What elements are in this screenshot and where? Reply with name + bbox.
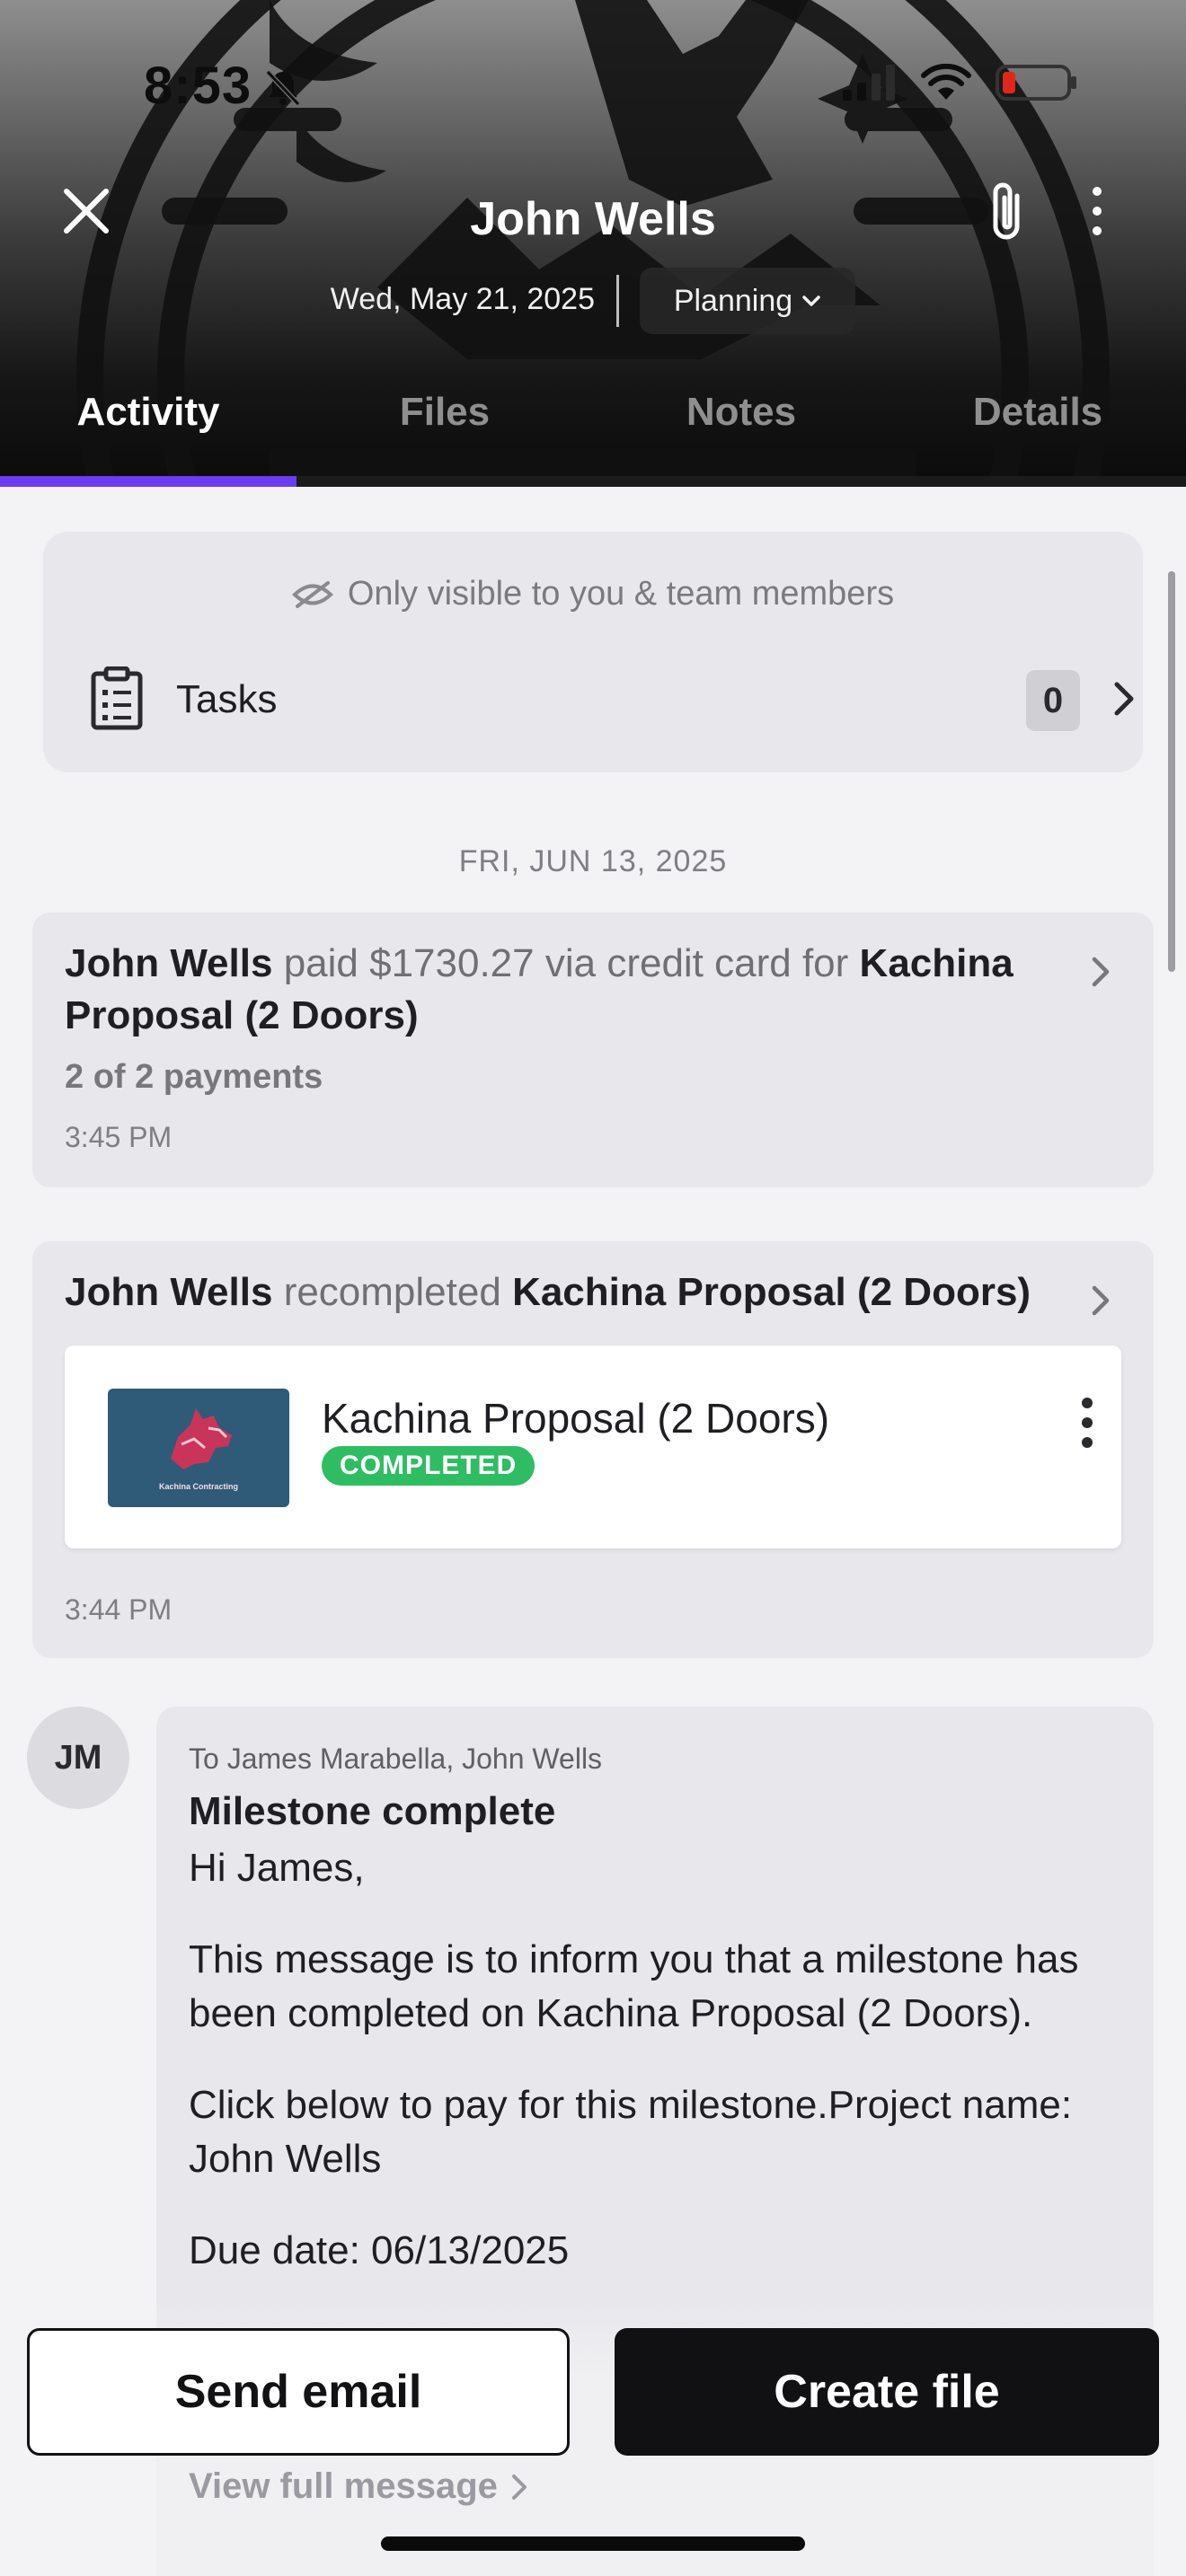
- recompleted-actor: John Wells: [65, 1270, 273, 1314]
- divider: [616, 275, 619, 327]
- file-title: Kachina Proposal (2 Doors): [322, 1395, 830, 1442]
- battery-low-icon: [996, 65, 1076, 101]
- tasks-card: Only visible to you & team members Tasks…: [43, 532, 1143, 772]
- file-thumbnail: Kachina Contracting: [108, 1389, 289, 1507]
- more-vertical-icon[interactable]: [1078, 1396, 1096, 1450]
- message-body: Hi James, This message is to inform you …: [189, 1841, 1123, 2316]
- message-greeting: Hi James,: [189, 1846, 365, 1890]
- wifi-icon: [921, 64, 971, 100]
- eye-hidden-icon: [291, 580, 333, 608]
- tab-bar: Activity Files Notes Details: [0, 377, 1186, 467]
- create-file-button[interactable]: Create file: [615, 2328, 1159, 2456]
- payment-activity-text: John Wells paid $1730.27 via credit card…: [65, 938, 1071, 1042]
- project-header: 8:53 John Wells Wed, May 21, 2025 Planni…: [0, 0, 1186, 487]
- tab-notes[interactable]: Notes: [593, 390, 890, 435]
- message-subject: Milestone complete: [189, 1789, 556, 1833]
- payment-activity-card[interactable]: John Wells paid $1730.27 via credit card…: [32, 913, 1154, 1187]
- view-full-message-link[interactable]: View full message: [189, 2466, 528, 2507]
- tab-activity[interactable]: Activity: [0, 390, 296, 435]
- message-paragraph: This message is to inform you that a mil…: [189, 1937, 1079, 2035]
- recompleted-activity-text: John Wells recompleted Kachina Proposal …: [65, 1266, 1089, 1319]
- date-divider: FRI, JUN 13, 2025: [458, 844, 728, 878]
- recompleted-time: 3:44 PM: [65, 1593, 173, 1626]
- activity-feed[interactable]: Only visible to you & team members Tasks…: [0, 487, 1186, 2576]
- header-subrow: Wed, May 21, 2025 Planning: [0, 268, 1186, 334]
- stage-label: Planning: [673, 283, 793, 318]
- chevron-right-icon: [1092, 957, 1110, 987]
- payment-actor: John Wells: [65, 941, 273, 985]
- recompleted-object: Kachina Proposal (2 Doors): [512, 1270, 1031, 1314]
- project-date: Wed, May 21, 2025: [330, 282, 595, 316]
- avatar: JM: [27, 1707, 129, 1809]
- clipboard-list-icon: [91, 666, 143, 730]
- tasks-count-badge: 0: [1026, 670, 1080, 731]
- message-paragraph: Click below to pay for this milestone.Pr…: [189, 2083, 1073, 2181]
- tab-details[interactable]: Details: [890, 390, 1186, 435]
- chevron-right-icon: [1114, 682, 1134, 716]
- paperclip-icon[interactable]: [987, 180, 1031, 244]
- recompleted-verb: recompleted: [283, 1270, 501, 1314]
- stage-dropdown[interactable]: Planning: [640, 268, 855, 334]
- chevron-down-icon: [802, 296, 820, 306]
- status-time: 8:53: [144, 57, 252, 115]
- status-bar: 8:53: [0, 0, 1186, 171]
- tab-files[interactable]: Files: [296, 390, 593, 435]
- payment-progress: 2 of 2 payments: [65, 1058, 323, 1096]
- send-email-button[interactable]: Send email: [27, 2328, 570, 2456]
- active-tab-indicator: [0, 476, 296, 487]
- tasks-label: Tasks: [176, 677, 278, 721]
- visibility-note-text: Only visible to you & team members: [347, 575, 895, 613]
- visibility-note: Only visible to you & team members: [43, 575, 1143, 613]
- chevron-right-icon: [1092, 1285, 1110, 1316]
- message-recipients: To James Marabella, John Wells: [189, 1742, 603, 1775]
- view-full-message-label: View full message: [189, 2466, 498, 2506]
- more-vertical-icon[interactable]: [1084, 184, 1111, 238]
- cellular-signal-icon: [843, 65, 895, 101]
- scrollbar[interactable]: [1168, 571, 1175, 972]
- message-paragraph: Due date: 06/13/2025: [189, 2228, 570, 2272]
- file-card[interactable]: Kachina Contracting Kachina Proposal (2 …: [65, 1345, 1121, 1548]
- tasks-row[interactable]: Tasks 0: [90, 666, 1134, 738]
- payment-time: 3:45 PM: [65, 1121, 173, 1153]
- chevron-right-icon: [511, 2474, 527, 2500]
- home-indicator[interactable]: [381, 2536, 805, 2551]
- payment-verb: paid $1730.27 via credit card for: [283, 941, 849, 985]
- bell-muted-icon: [265, 69, 301, 107]
- recompleted-activity-card[interactable]: John Wells recompleted Kachina Proposal …: [32, 1241, 1154, 1658]
- wolf-logo-icon: Kachina Contracting: [159, 1408, 238, 1491]
- status-badge: COMPLETED: [322, 1446, 535, 1486]
- thumb-caption: Kachina Contracting: [159, 1482, 238, 1491]
